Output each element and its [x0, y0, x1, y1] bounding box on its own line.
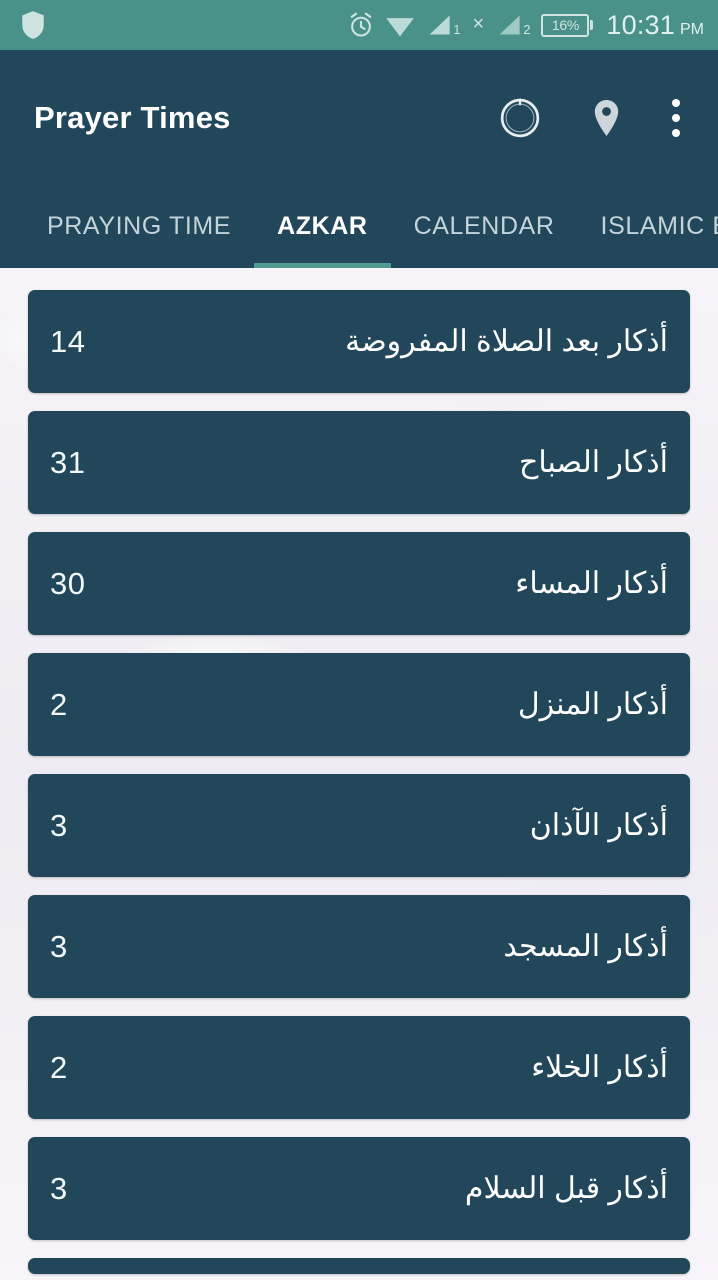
sim1-label: 1	[453, 22, 461, 37]
azkar-list[interactable]: 14 أذكار بعد الصلاة المفروضة 31 أذكار ال…	[0, 268, 718, 1274]
page-title: Prayer Times	[34, 99, 231, 135]
list-item-partial[interactable]	[28, 1258, 690, 1274]
no-service-icon: ×	[472, 13, 485, 35]
battery-icon: 16%	[541, 13, 594, 37]
list-item[interactable]: 3 أذكار المسجد	[28, 895, 690, 998]
tab-praying-time[interactable]: PRAYING TIME	[24, 185, 254, 268]
sim2-label: 2	[523, 22, 531, 37]
tab-islamic-books[interactable]: ISLAMIC B	[578, 185, 718, 268]
azkar-count: 2	[50, 1049, 68, 1085]
app-bar-actions	[499, 97, 694, 139]
azkar-title: أذكار الآذان	[529, 809, 668, 842]
signal-bars-icon-2: 2	[496, 12, 530, 38]
azkar-title: أذكار المساء	[515, 567, 668, 600]
azkar-count: 3	[50, 807, 68, 843]
status-bar: 1 × 2 16% 10:31 PM	[0, 0, 718, 50]
azkar-count: 3	[50, 1170, 68, 1206]
status-bar-clock: 10:31 PM	[606, 10, 704, 41]
more-vertical-icon[interactable]	[672, 98, 680, 138]
azkar-title: أذكار قبل السلام	[464, 1172, 668, 1205]
status-bar-right: 1 × 2 16% 10:31 PM	[348, 10, 704, 41]
list-item[interactable]: 14 أذكار بعد الصلاة المفروضة	[28, 290, 690, 393]
azkar-count: 14	[50, 323, 86, 359]
qibla-compass-button[interactable]	[499, 97, 541, 139]
tab-azkar[interactable]: AZKAR	[254, 185, 391, 268]
azkar-title: أذكار بعد الصلاة المفروضة	[345, 325, 668, 358]
list-item[interactable]: 3 أذكار الآذان	[28, 774, 690, 877]
azkar-title: أذكار المسجد	[503, 930, 668, 963]
list-item[interactable]: 31 أذكار الصباح	[28, 411, 690, 514]
wifi-icon	[385, 12, 415, 38]
shield-icon	[20, 10, 46, 40]
list-item[interactable]: 2 أذكار الخلاء	[28, 1016, 690, 1119]
clock-ampm: PM	[680, 20, 704, 38]
list-item[interactable]: 3 أذكار قبل السلام	[28, 1137, 690, 1240]
azkar-title: أذكار المنزل	[517, 688, 668, 721]
azkar-count: 3	[50, 928, 68, 964]
azkar-title: أذكار الصباح	[519, 446, 668, 479]
location-button[interactable]	[593, 98, 620, 138]
azkar-tab-content: 14 أذكار بعد الصلاة المفروضة 31 أذكار ال…	[0, 268, 718, 1280]
tab-bar[interactable]: PRAYING TIME AZKAR CALENDAR ISLAMIC B	[0, 185, 718, 268]
list-item[interactable]: 30 أذكار المساء	[28, 532, 690, 635]
clock-time: 10:31	[606, 9, 675, 40]
list-item[interactable]: 2 أذكار المنزل	[28, 653, 690, 756]
alarm-icon	[348, 12, 374, 38]
signal-bars-icon-1: 1	[426, 12, 461, 38]
azkar-count: 31	[50, 444, 86, 480]
azkar-title: أذكار الخلاء	[531, 1051, 668, 1084]
battery-percent-label: 16%	[551, 17, 579, 33]
status-bar-left	[20, 10, 46, 40]
prayer-times-app: 1 × 2 16% 10:31 PM Prayer Times PRAYING …	[0, 0, 718, 1280]
azkar-count: 30	[50, 565, 86, 601]
azkar-count: 2	[50, 686, 68, 722]
tab-calendar[interactable]: CALENDAR	[391, 185, 578, 268]
app-bar: Prayer Times	[0, 50, 718, 185]
